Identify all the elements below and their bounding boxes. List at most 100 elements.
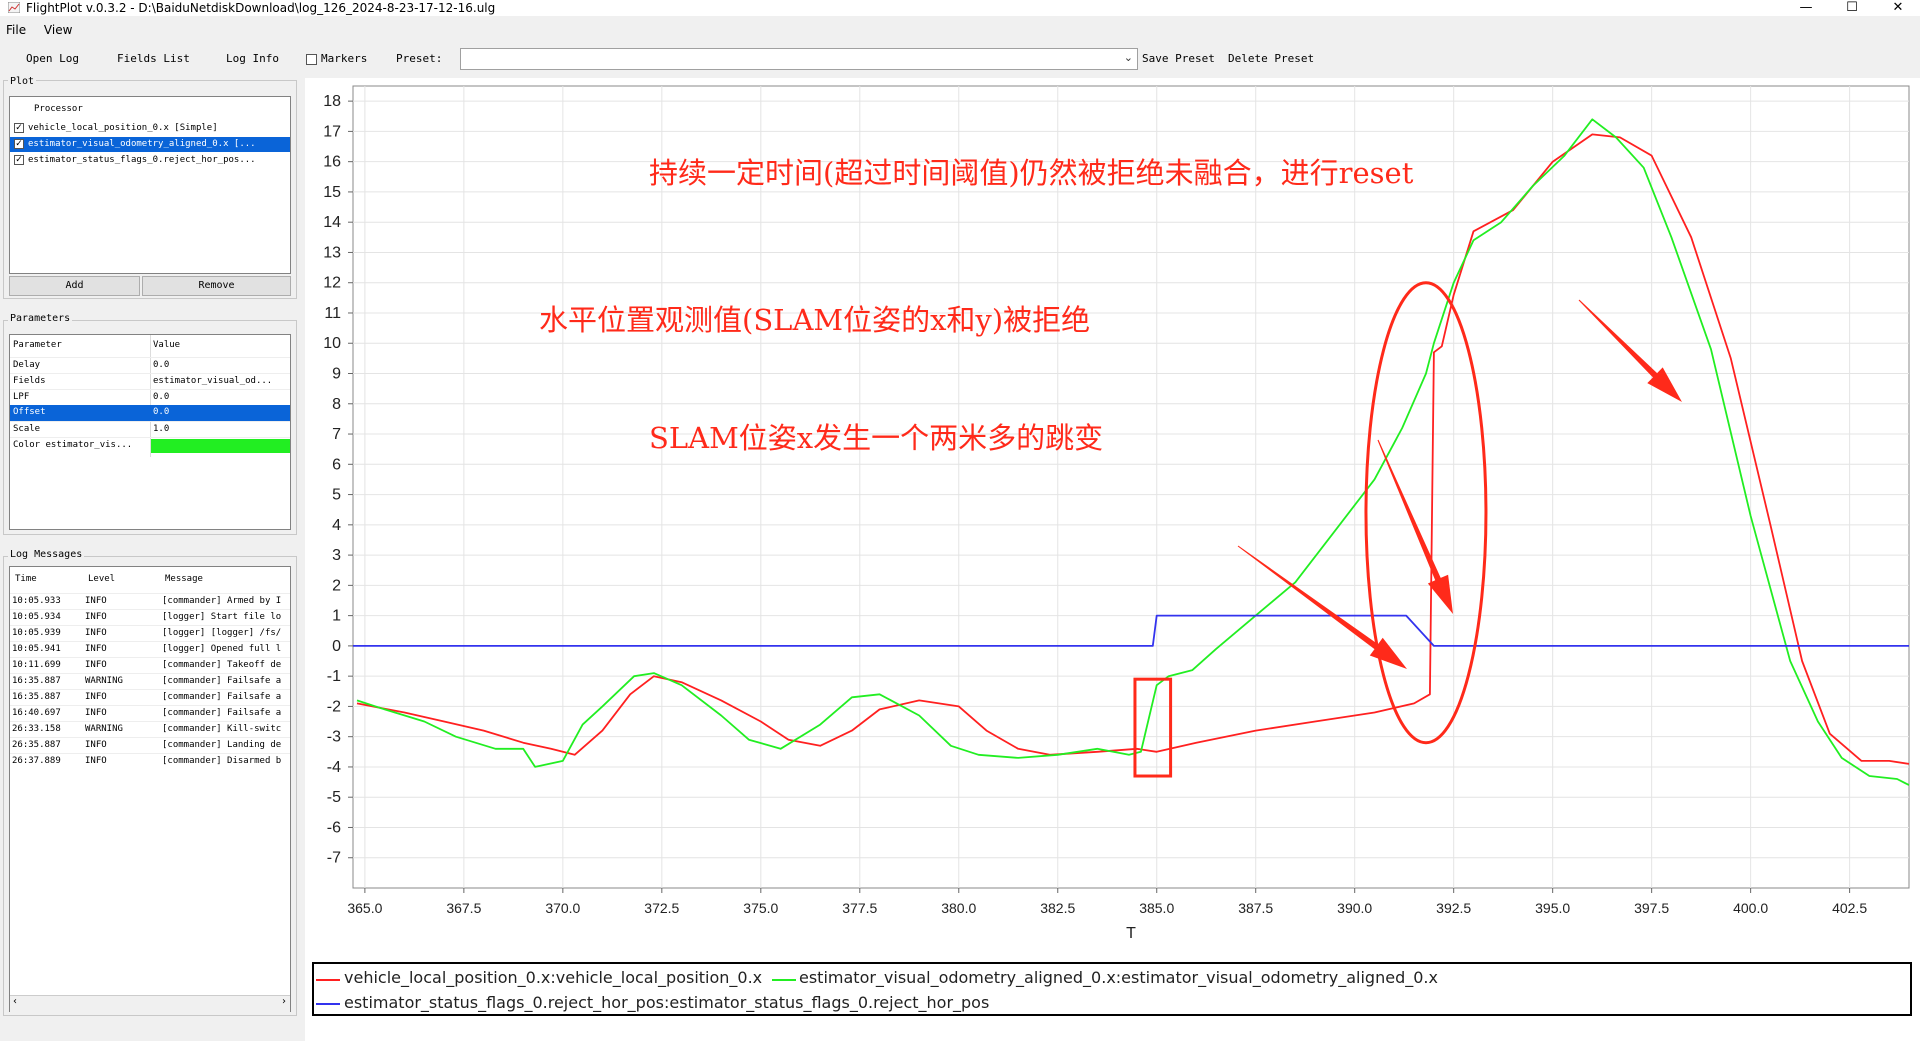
log-row[interactable]: 26:35.887 INFO [commander] Landing de bbox=[10, 737, 290, 754]
y-tick-label: -5 bbox=[327, 789, 341, 806]
fields-list-button[interactable]: Fields List bbox=[117, 52, 190, 65]
log-table[interactable]: Time Level Message 10:05.933 INFO [command… bbox=[9, 566, 291, 1012]
remove-button[interactable]: Remove bbox=[142, 276, 291, 296]
log-message: [logger] Start file lo bbox=[162, 612, 282, 622]
log-row[interactable]: 10:11.699 INFO [commander] Takeoff de bbox=[10, 657, 290, 674]
log-level: INFO bbox=[85, 596, 107, 606]
x-tick-label: 400.0 bbox=[1733, 900, 1768, 916]
chevron-down-icon[interactable]: ⌄ bbox=[1124, 51, 1133, 64]
log-time: 10:05.939 bbox=[12, 628, 61, 638]
y-tick-label: -7 bbox=[327, 850, 341, 867]
x-tick-label: 387.5 bbox=[1238, 900, 1273, 916]
parameter-value[interactable]: 0.0 bbox=[153, 390, 169, 405]
add-button[interactable]: Add bbox=[9, 276, 140, 296]
log-time: 10:05.941 bbox=[12, 644, 61, 654]
parameters-group-title: Parameters bbox=[8, 313, 73, 324]
log-level: WARNING bbox=[85, 724, 123, 734]
log-message: [logger] [logger] /fs/ bbox=[162, 628, 282, 638]
log-row[interactable]: 10:05.941 INFO [logger] Opened full l bbox=[10, 641, 290, 658]
x-tick-label: 380.0 bbox=[941, 900, 976, 916]
minimize-button[interactable]: — bbox=[1784, 0, 1828, 16]
y-tick-label: 18 bbox=[323, 93, 341, 110]
y-tick-label: 3 bbox=[332, 547, 341, 564]
scroll-right-icon[interactable]: › bbox=[282, 996, 286, 1007]
open-log-button[interactable]: Open Log bbox=[26, 52, 79, 65]
processor-label: vehicle_local_position_0.x [Simple] bbox=[28, 123, 218, 133]
parameter-row[interactable]: Fields estimator_visual_od... bbox=[10, 373, 290, 390]
legend-entry: vehicle_local_position_0.x:vehicle_local… bbox=[344, 968, 763, 987]
menu-file[interactable]: File bbox=[6, 23, 26, 37]
log-message: [commander] Landing de bbox=[162, 740, 282, 750]
y-tick-label: 12 bbox=[323, 275, 341, 292]
plot-area[interactable]: 18 17 16 15 14 13 12 11 10 9 8 7 6 5 4 3 2 1 0 -1 -2 -3 -4 -5 -6… bbox=[305, 78, 1920, 1041]
processor-list[interactable]: Processor ✓ vehicle_local_position_0.x [… bbox=[9, 96, 291, 274]
parameter-col-header: Parameter bbox=[13, 340, 62, 350]
parameters-table[interactable]: Parameter Value Delay 0.0 Fields estimat… bbox=[9, 334, 291, 530]
log-time: 16:40.697 bbox=[12, 708, 61, 718]
log-message: [commander] Failsafe a bbox=[162, 708, 282, 718]
horizontal-scrollbar[interactable]: ‹ › bbox=[10, 995, 290, 1012]
processor-checkbox[interactable]: ✓ bbox=[14, 123, 24, 133]
y-tick-label: 7 bbox=[332, 426, 341, 443]
processor-row-selected[interactable]: ✓ estimator_visual_odometry_aligned_0.x … bbox=[10, 137, 290, 152]
log-row[interactable]: 16:40.697 INFO [commander] Failsafe a bbox=[10, 705, 290, 722]
parameter-row[interactable]: Scale 1.0 bbox=[10, 421, 290, 438]
log-time: 26:33.158 bbox=[12, 724, 61, 734]
legend-swatch-green bbox=[772, 979, 796, 981]
log-row[interactable]: 26:37.889 INFO [commander] Disarmed b bbox=[10, 753, 290, 770]
y-tick-label: 17 bbox=[323, 123, 341, 140]
y-tick-label: 5 bbox=[332, 487, 341, 504]
log-level: INFO bbox=[85, 660, 107, 670]
parameter-row-selected[interactable]: Offset 0.0 bbox=[10, 405, 290, 421]
processor-checkbox[interactable]: ✓ bbox=[14, 139, 24, 149]
legend-entry: estimator_visual_odometry_aligned_0.x:es… bbox=[799, 968, 1438, 987]
x-tick-label: 365.0 bbox=[347, 900, 382, 916]
x-tick-label: 390.0 bbox=[1337, 900, 1372, 916]
close-button[interactable]: ✕ bbox=[1876, 0, 1920, 16]
markers-checkbox[interactable] bbox=[306, 54, 317, 65]
chart-svg[interactable]: 1817161514131211109876543210-1-2-3-4-5-6… bbox=[305, 78, 1920, 962]
log-row[interactable]: 10:05.934 INFO [logger] Start file lo bbox=[10, 609, 290, 626]
parameter-row[interactable]: Delay 0.0 bbox=[10, 357, 290, 374]
log-row[interactable]: 10:05.933 INFO [commander] Armed by I bbox=[10, 593, 290, 610]
log-message: [commander] Kill-switc bbox=[162, 724, 282, 734]
preset-label: Preset: bbox=[396, 52, 443, 65]
log-time: 10:05.933 bbox=[12, 596, 61, 606]
level-col-header: Level bbox=[88, 574, 116, 584]
message-col-header: Message bbox=[165, 574, 203, 584]
maximize-button[interactable]: ☐ bbox=[1830, 0, 1874, 16]
window-title: FlightPlot v.0.3.2 - D:\BaiduNetdiskDown… bbox=[26, 1, 496, 15]
delete-preset-button[interactable]: Delete Preset bbox=[1228, 52, 1314, 65]
processor-row[interactable]: ✓ estimator_status_flags_0.reject_hor_po… bbox=[10, 153, 290, 168]
parameter-value[interactable]: 0.0 bbox=[153, 405, 169, 420]
parameter-row[interactable]: Color estimator_vis... bbox=[10, 437, 290, 454]
log-level: INFO bbox=[85, 628, 107, 638]
parameter-row[interactable]: LPF 0.0 bbox=[10, 389, 290, 406]
log-row[interactable]: 26:33.158 WARNING [commander] Kill-switc bbox=[10, 721, 290, 738]
parameter-value[interactable]: 0.0 bbox=[153, 358, 169, 373]
annotation-reset-text: 持续一定时间(超过时间阈值)仍然被拒绝未融合，进行reset bbox=[649, 156, 1414, 190]
menu-view[interactable]: View bbox=[44, 23, 72, 37]
log-level: WARNING bbox=[85, 676, 123, 686]
parameter-value[interactable]: 1.0 bbox=[153, 422, 169, 437]
save-preset-button[interactable]: Save Preset bbox=[1142, 52, 1215, 65]
preset-combobox[interactable]: ⌄ bbox=[460, 48, 1138, 70]
x-tick-label: 385.0 bbox=[1139, 900, 1174, 916]
log-time: 10:11.699 bbox=[12, 660, 61, 670]
log-row[interactable]: 16:35.887 INFO [commander] Failsafe a bbox=[10, 689, 290, 706]
log-row[interactable]: 10:05.939 INFO [logger] [logger] /fs/ bbox=[10, 625, 290, 642]
log-row[interactable]: 16:35.887 WARNING [commander] Failsafe a bbox=[10, 673, 290, 690]
processor-label: estimator_status_flags_0.reject_hor_pos.… bbox=[28, 155, 256, 165]
color-swatch[interactable] bbox=[151, 439, 290, 453]
processor-checkbox[interactable]: ✓ bbox=[14, 155, 24, 165]
x-tick-label: 367.5 bbox=[446, 900, 481, 916]
processor-header: Processor bbox=[34, 104, 83, 114]
time-col-header: Time bbox=[15, 574, 37, 584]
x-tick-label: 395.0 bbox=[1535, 900, 1570, 916]
log-info-button[interactable]: Log Info bbox=[226, 52, 279, 65]
scroll-left-icon[interactable]: ‹ bbox=[13, 996, 17, 1007]
processor-row[interactable]: ✓ vehicle_local_position_0.x [Simple] bbox=[10, 121, 290, 136]
parameter-name: Scale bbox=[13, 424, 41, 434]
x-tick-label: 397.5 bbox=[1634, 900, 1669, 916]
parameter-value[interactable]: estimator_visual_od... bbox=[153, 374, 287, 389]
